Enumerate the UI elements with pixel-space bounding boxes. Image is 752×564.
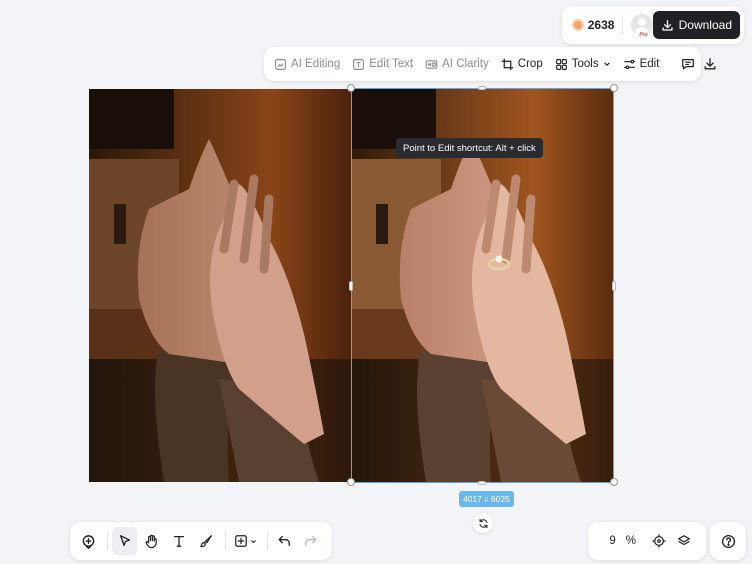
download-button[interactable]: Download — [652, 11, 740, 39]
brush-tool[interactable] — [194, 527, 219, 555]
layers-button[interactable] — [673, 527, 696, 555]
avatar[interactable]: Pro — [631, 14, 653, 38]
divider — [622, 16, 624, 34]
help-icon — [721, 534, 735, 548]
resize-handle-top[interactable] — [478, 86, 486, 90]
resize-handle-bottom[interactable] — [478, 481, 486, 485]
divider — [107, 532, 109, 550]
select-tool[interactable] — [112, 527, 138, 555]
pan-tool[interactable] — [139, 527, 164, 555]
text-icon — [174, 535, 185, 547]
divider — [266, 532, 268, 550]
image-toolbar: AI Editing Edit Text AI Clarity Crop Too… — [264, 47, 716, 81]
crop-icon — [501, 58, 514, 70]
ai-clarity-label: AI Clarity — [442, 58, 489, 70]
add-location-icon — [82, 534, 95, 549]
brush-icon — [200, 535, 213, 548]
edit-button[interactable]: Edit — [623, 58, 660, 71]
edit-text-button[interactable]: Edit Text — [352, 58, 413, 71]
image-dimensions-badge: 4017 x 6025 — [459, 491, 514, 507]
download-icon — [662, 19, 673, 31]
credits-count: 2638 — [587, 18, 615, 32]
divider — [225, 532, 226, 550]
chevron-down-icon — [603, 62, 610, 66]
download-label: Download — [678, 18, 732, 32]
zoom-level-input[interactable]: 9 — [596, 535, 615, 547]
insert-dropdown[interactable] — [230, 527, 261, 555]
chevron-down-icon — [250, 539, 256, 543]
resize-handle-left[interactable] — [349, 281, 353, 291]
resize-handle-top-right[interactable] — [610, 84, 618, 92]
redo-icon — [305, 535, 317, 547]
canvas-tools-bar — [70, 522, 332, 560]
text-box-icon — [353, 58, 365, 70]
hand-icon — [146, 534, 158, 548]
resize-handle-bottom-left[interactable] — [347, 478, 355, 486]
original-image[interactable] — [89, 89, 351, 482]
rotate-button[interactable] — [473, 513, 493, 533]
account-bar: 2638 Pro Download — [562, 6, 744, 44]
layers-icon — [678, 535, 691, 546]
add-button[interactable] — [76, 527, 101, 555]
crop-label: Crop — [517, 58, 543, 70]
export-button[interactable] — [703, 55, 717, 73]
ai-editing-icon — [275, 58, 286, 70]
edit-label: Edit — [639, 58, 660, 70]
credits-coin-icon — [572, 19, 584, 31]
edit-text-label: Edit Text — [369, 58, 414, 70]
ai-editing-label: AI Editing — [291, 58, 341, 70]
pro-badge: Pro — [639, 32, 648, 38]
download-icon — [704, 58, 716, 70]
tools-label: Tools — [571, 58, 599, 70]
crosshair-icon — [652, 534, 667, 548]
zoom-unit: % — [625, 535, 636, 547]
edit-shortcut-tooltip: Point to Edit shortcut: Alt + click — [396, 138, 543, 158]
resize-handle-bottom-right[interactable] — [610, 478, 618, 486]
redo-button[interactable] — [299, 527, 324, 555]
comment-button[interactable] — [681, 55, 695, 73]
hands-photo-original — [89, 89, 351, 482]
rotate-icon — [479, 518, 487, 528]
help-button[interactable] — [710, 522, 746, 560]
tools-dropdown[interactable]: Tools — [555, 58, 611, 71]
resize-handle-right[interactable] — [612, 281, 616, 291]
crop-button[interactable]: Crop — [501, 58, 543, 71]
sliders-icon — [623, 59, 635, 69]
cursor-icon — [119, 535, 130, 547]
add-box-icon — [234, 535, 247, 547]
fit-to-screen-button[interactable] — [648, 527, 671, 555]
text-tool[interactable] — [167, 527, 192, 555]
zoom-bar: 9 % — [588, 522, 706, 560]
grid-icon — [555, 58, 567, 70]
ai-editing-button[interactable]: AI Editing — [274, 58, 340, 71]
hd-icon — [425, 59, 438, 69]
resize-handle-top-left[interactable] — [347, 84, 355, 92]
comment-icon — [682, 59, 695, 70]
undo-icon — [278, 535, 291, 547]
ai-clarity-button[interactable]: AI Clarity — [425, 58, 489, 71]
undo-button[interactable] — [272, 527, 297, 555]
